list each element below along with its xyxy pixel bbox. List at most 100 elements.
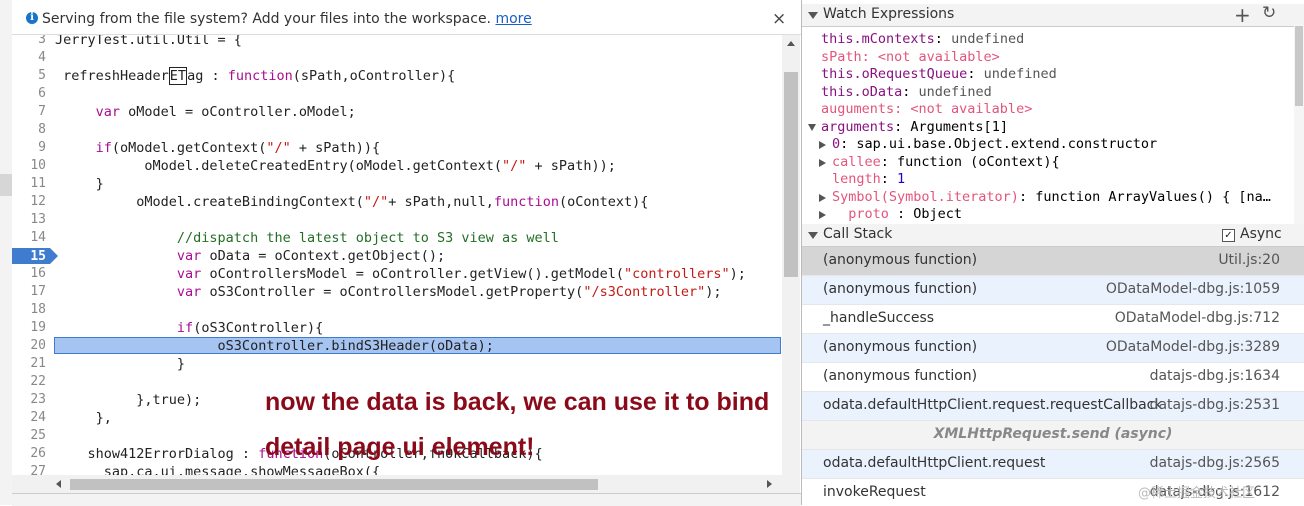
more-link[interactable]: more [495, 11, 531, 27]
code-line[interactable]: 8 [12, 121, 782, 139]
watch-expression[interactable]: this.mContexts: undefined [802, 31, 1294, 48]
code-line[interactable]: 20 oS3Controller.bindS3Header(oData); [12, 337, 782, 355]
line-number[interactable]: 17 [12, 283, 46, 301]
code-line[interactable]: 16 var oControllersModel = oController.g… [12, 265, 782, 283]
code-text: } [55, 176, 104, 192]
code-line[interactable]: 15 var oData = oContext.getObject(); [12, 247, 782, 265]
code-line[interactable]: 12 oModel.createBindingContext("/"+ sPat… [12, 193, 782, 211]
call-frame[interactable]: _handleSuccess ODataModel-dbg.js:712 [802, 305, 1304, 334]
line-number[interactable]: 20 [12, 337, 46, 355]
call-frame-location[interactable]: datajs-dbg.js:2531 [1150, 397, 1280, 413]
line-number[interactable]: 19 [12, 319, 46, 337]
expand-triangle-icon[interactable] [819, 158, 826, 167]
code-line[interactable]: 17 var oS3Controller = oControllersModel… [12, 283, 782, 301]
code-line[interactable]: 13 [12, 211, 782, 229]
watch-expression[interactable]: auguments: <not available> [802, 101, 1294, 118]
scroll-up-arrow-icon[interactable] [787, 41, 795, 46]
code-line[interactable]: 21 } [12, 355, 782, 373]
line-number[interactable]: 26 [12, 445, 46, 463]
watch-expression[interactable]: sPath: <not available> [802, 49, 1294, 66]
breakpoint-marker[interactable]: 15 [12, 248, 58, 264]
code-line[interactable]: 11 } [12, 175, 782, 193]
scroll-thumb[interactable] [1295, 26, 1303, 106]
scroll-right-arrow-icon[interactable] [767, 480, 772, 488]
watch-property[interactable]: proto : Object [802, 206, 1294, 223]
code-line[interactable]: 9 if(oModel.getContext("/" + sPath)){ [12, 139, 782, 157]
line-number[interactable]: 3 [12, 35, 46, 49]
line-number[interactable]: 23 [12, 391, 46, 409]
call-frame-function: odata.defaultHttpClient.request [823, 455, 1046, 471]
call-frame[interactable]: (anonymous function) ODataModel-dbg.js:10… [802, 276, 1304, 305]
call-frame[interactable]: (anonymous function) ODataModel-dbg.js:32… [802, 334, 1304, 363]
watch-expression[interactable]: this.oRequestQueue: undefined [802, 66, 1294, 83]
watch-property[interactable]: length: 1 [802, 171, 1294, 188]
collapse-triangle-icon[interactable] [808, 12, 818, 19]
call-frame-location[interactable]: ODataModel-dbg.js:3289 [1106, 339, 1280, 355]
code-text: }, [55, 410, 112, 426]
call-frame-location[interactable]: ODataModel-dbg.js:712 [1115, 310, 1280, 326]
infobar-message: Serving from the file system? Add your f… [42, 11, 532, 27]
watch-arguments[interactable]: arguments: Arguments[1] [802, 119, 1294, 136]
collapse-triangle-icon[interactable] [808, 232, 818, 239]
code-line[interactable]: 3 JerryTest.util.Util = { [12, 35, 782, 49]
line-number[interactable]: 21 [12, 355, 46, 373]
code-text: },true); [55, 392, 202, 408]
call-frame-function: (anonymous function) [823, 252, 978, 268]
call-frame[interactable]: odata.defaultHttpClient.request.requestC… [802, 392, 1304, 421]
call-frame[interactable]: (anonymous function) Util.js:20 [802, 247, 1304, 276]
expand-triangle-icon[interactable] [808, 123, 816, 131]
call-stack-header[interactable]: Call Stack ✓ Async [802, 224, 1304, 247]
expand-triangle-icon[interactable] [819, 141, 826, 149]
line-number[interactable]: 4 [12, 49, 46, 67]
refresh-icon[interactable]: ↻ [1262, 3, 1276, 23]
code-line[interactable]: 6 [12, 85, 782, 103]
call-frame-location[interactable]: datajs-dbg.js:1634 [1150, 368, 1280, 384]
line-number[interactable]: 11 [12, 175, 46, 193]
line-number[interactable]: 25 [12, 427, 46, 445]
async-toggle[interactable]: ✓ Async [1222, 226, 1282, 242]
code-line[interactable]: 10 oModel.deleteCreatedEntry(oModel.getC… [12, 157, 782, 175]
line-number[interactable]: 18 [12, 301, 46, 319]
call-frame-location[interactable]: datajs-dbg.js:2565 [1150, 455, 1280, 471]
editor-status-bar [12, 493, 801, 506]
line-number[interactable]: 12 [12, 193, 46, 211]
code-line[interactable]: 7 var oModel = oController.oModel; [12, 103, 782, 121]
line-number[interactable]: 5 [12, 67, 46, 85]
call-frame[interactable]: (anonymous function) datajs-dbg.js:1634 [802, 363, 1304, 392]
watch-expressions-header[interactable]: Watch Expressions + ↻ [802, 3, 1304, 27]
line-number[interactable]: 10 [12, 157, 46, 175]
code-line[interactable]: 4 [12, 49, 782, 67]
expand-triangle-icon[interactable] [819, 211, 826, 219]
call-frame-location[interactable]: ODataModel-dbg.js:1059 [1106, 281, 1280, 297]
scroll-left-arrow-icon[interactable] [56, 480, 61, 488]
editor-vertical-scrollbar[interactable] [782, 35, 800, 493]
editor-horizontal-scrollbar[interactable] [12, 475, 782, 493]
line-number[interactable]: 6 [12, 85, 46, 103]
add-watch-icon[interactable]: + [1234, 3, 1251, 27]
code-editor[interactable]: 3 JerryTest.util.Util = {4 5 refreshHeader… [12, 35, 782, 493]
scroll-thumb[interactable] [784, 72, 798, 277]
code-line[interactable]: 19 if(oS3Controller){ [12, 319, 782, 337]
call-frame[interactable]: odata.defaultHttpClient.request datajs-db… [802, 450, 1304, 479]
code-line[interactable]: 14 //dispatch the latest object to S3 vi… [12, 229, 782, 247]
line-number[interactable]: 24 [12, 409, 46, 427]
code-line[interactable]: 5 refreshHeaderETag : function(sPath,oCo… [12, 67, 782, 85]
call-frame-location[interactable]: Util.js:20 [1218, 252, 1280, 268]
line-number[interactable]: 16 [12, 265, 46, 283]
code-line[interactable]: 18 [12, 301, 782, 319]
watch-property[interactable]: Symbol(Symbol.iterator): function ArrayV… [802, 189, 1294, 206]
watch-property[interactable]: callee: function (oContext){ [802, 154, 1294, 171]
watch-expression[interactable]: this.oData: undefined [802, 84, 1294, 101]
watch-property[interactable]: 0: sap.ui.base.Object.extend.constructor [802, 136, 1294, 153]
line-number[interactable]: 7 [12, 103, 46, 121]
line-number[interactable]: 9 [12, 139, 46, 157]
line-number[interactable]: 8 [12, 121, 46, 139]
line-number[interactable]: 14 [12, 229, 46, 247]
scroll-thumb[interactable] [70, 479, 598, 490]
line-number[interactable]: 13 [12, 211, 46, 229]
expand-triangle-icon[interactable] [819, 193, 826, 202]
close-icon[interactable]: × [772, 9, 786, 29]
line-number[interactable]: 22 [12, 373, 46, 391]
watch-scrollbar[interactable] [1294, 24, 1304, 224]
async-checkbox[interactable]: ✓ [1222, 229, 1235, 242]
